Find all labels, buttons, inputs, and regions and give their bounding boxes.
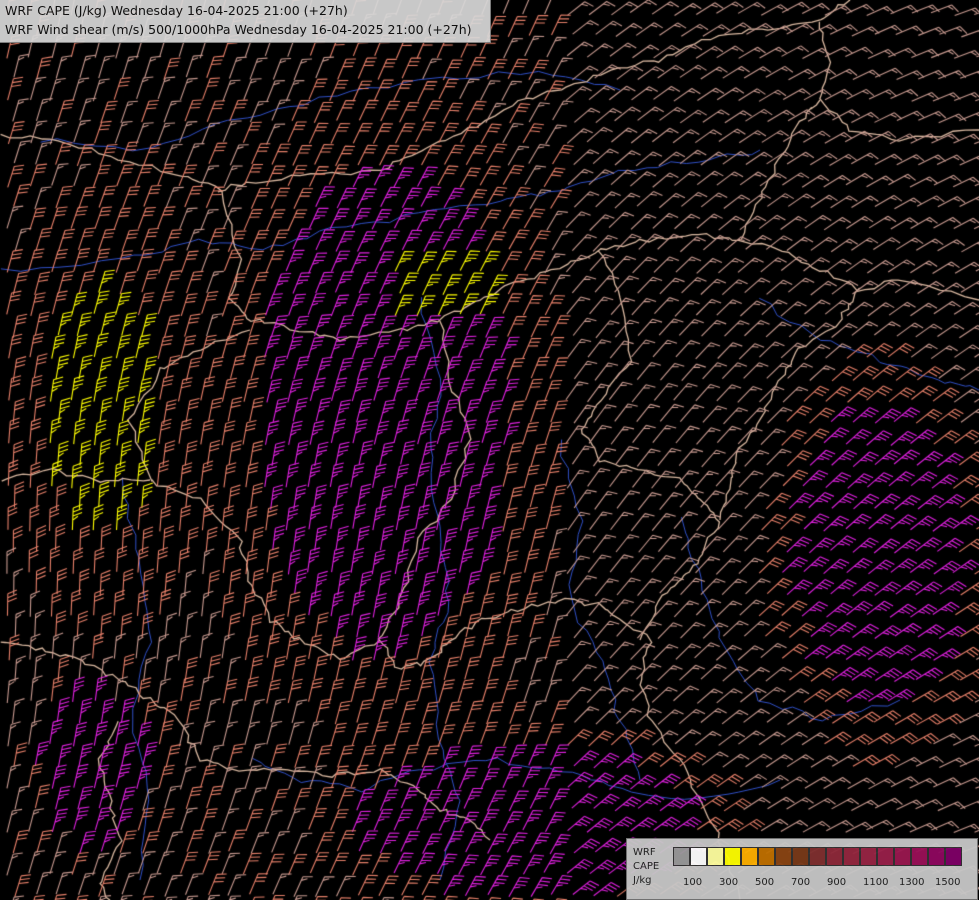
legend-swatch [860,847,877,866]
legend-tick-label: 1500 [935,877,961,888]
legend-tick-label: 100 [683,877,703,888]
legend-swatch [690,847,707,866]
legend-swatch [894,847,911,866]
legend-swatch [843,847,860,866]
legend-swatch [911,847,928,866]
legend-swatch [707,847,724,866]
legend-tick-label: 1300 [899,877,925,888]
legend-swatch [809,847,826,866]
legend-swatch [758,847,775,866]
legend-title-line: CAPE [633,861,660,872]
legend-swatch [877,847,894,866]
legend-swatch [826,847,843,866]
legend-title-line: J/kg [633,875,652,886]
legend-swatch [928,847,945,866]
legend-swatch [945,847,962,866]
legend-tick-label: 1100 [863,877,889,888]
legend-tick-label: 300 [719,877,739,888]
legend-swatch [741,847,758,866]
legend-swatch [792,847,809,866]
title-line-shear: WRF Wind shear (m/s) 500/1000hPa Wednesd… [5,22,472,37]
legend-tick-label: 900 [827,877,847,888]
title-line-cape: WRF CAPE (J/kg) Wednesday 16-04-2025 21:… [5,3,348,18]
legend-swatch [724,847,741,866]
legend-title-line: WRF [633,847,656,858]
legend-swatch [673,847,690,866]
legend-swatch [775,847,792,866]
map-title-box: WRF CAPE (J/kg) Wednesday 16-04-2025 21:… [0,0,491,43]
wind-shear-map [0,0,979,900]
legend-tick-label: 700 [791,877,811,888]
legend-tick-label: 500 [755,877,775,888]
cape-legend: WRF CAPE J/kg 100 300 500 700 900 1100 1300 150… [626,838,978,900]
